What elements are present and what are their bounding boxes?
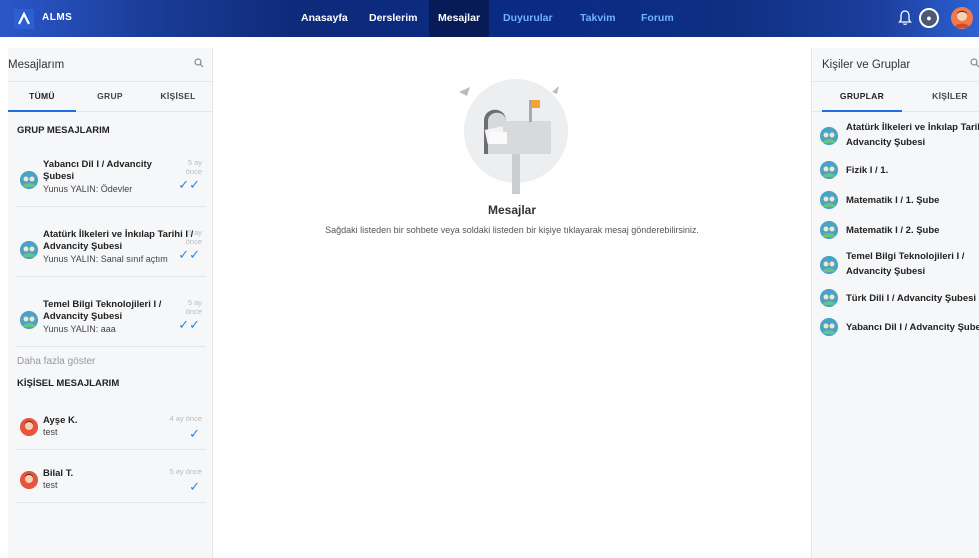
group-avatar [820, 191, 838, 209]
group-list-item[interactable]: Atatürk İlkeleri ve İnkılap Tarihi I / A… [820, 121, 979, 151]
alms-logo-icon[interactable] [14, 9, 34, 29]
message-time: 5 ay önce [169, 467, 202, 476]
search-icon[interactable] [194, 58, 204, 71]
group-name: Türk Dili I / Advancity Şubesi [846, 293, 977, 304]
group-name-line1: Atatürk İlkeleri ve İnkılap Tarihi I / [846, 122, 979, 133]
group-message-item[interactable]: Atatürk İlkeleri ve İnkılap Tarihi I / A… [16, 221, 206, 277]
message-tabs: TÜMÜ GRUP KİŞİSEL [8, 82, 212, 112]
group-avatar [820, 318, 838, 336]
nav-messages[interactable]: Mesajlar [429, 0, 490, 37]
empty-state-title: Mesajlar [487, 203, 537, 217]
group-avatar [20, 241, 38, 259]
contacts-header: Kişiler ve Gruplar [812, 48, 979, 82]
nav-home[interactable]: Anasayfa [292, 0, 357, 37]
messages-header: Mesajlarım [8, 48, 212, 82]
group-list-item[interactable]: Matematik I / 1. Şube [820, 191, 979, 211]
group-avatar [820, 256, 838, 274]
messages-panel: Mesajlarım TÜMÜ GRUP KİŞİSEL GRUP MESAJL… [8, 48, 213, 558]
group-messages-heading: GRUP MESAJLARIM [17, 125, 110, 136]
group-name-line1: Temel Bilgi Teknolojileri I / [846, 251, 965, 262]
group-message-item[interactable]: Temel Bilgi Teknolojileri I / Advancity … [16, 291, 206, 347]
contacts-tabs: GRUPLAR KİŞİLER [812, 82, 979, 112]
group-name-line2: Şubesi [43, 171, 75, 182]
group-name-line2: Advancity Şubesi [846, 266, 926, 277]
nav-courses[interactable]: Derslerim [360, 0, 426, 37]
mailbox-illustration [456, 76, 576, 196]
group-list-item[interactable]: Matematik I / 2. Şube [820, 221, 979, 241]
group-name-line1: Atatürk İlkeleri ve İnkılap Tarihi I / [43, 229, 194, 240]
person-avatar [20, 471, 38, 489]
empty-state-description: Sağdaki listeden bir sohbete veya soldak… [325, 225, 699, 235]
group-avatar [820, 289, 838, 307]
empty-conversation-area: Mesajlar Sağdaki listeden bir sohbete ve… [214, 48, 810, 558]
double-check-icon: ✓✓ [178, 177, 200, 192]
messages-title: Mesajlarım [8, 59, 65, 71]
personal-message-item[interactable]: Ayşe K. test 4 ay önce ✓ [16, 404, 206, 450]
message-time-suffix: önce [185, 237, 202, 246]
top-navbar: ALMS Anasayfa Derslerim Mesajlar Duyurul… [0, 0, 979, 37]
contacts-groups-panel: Kişiler ve Gruplar GRUPLAR KİŞİLER Atatü… [811, 48, 979, 558]
group-list-item[interactable]: Temel Bilgi Teknolojileri I / Advancity … [820, 250, 979, 280]
group-name-line2: Advancity Şubesi [43, 241, 123, 252]
person-name: Ayşe K. [43, 415, 78, 426]
person-name: Bilal T. [43, 468, 74, 479]
message-time-suffix: önce [185, 167, 202, 176]
tab-group[interactable]: GRUP [76, 82, 144, 112]
message-time: 5 ay [187, 298, 202, 307]
message-time: 4 ay önce [169, 414, 202, 423]
check-icon: ✓ [189, 426, 200, 441]
group-name: Matematik I / 1. Şube [846, 195, 940, 206]
message-time-suffix: önce [185, 307, 202, 316]
group-list-item[interactable]: Türk Dili I / Advancity Şubesi [820, 289, 979, 309]
profile-badge-icon[interactable]: ● [919, 8, 939, 28]
nav-announcements[interactable]: Duyurular [494, 0, 562, 37]
group-list-item[interactable]: Fizik I / 1. [820, 161, 979, 181]
group-name: Yabancı Dil I / Advancity Şubesi [846, 322, 979, 333]
personal-messages-heading: KİŞİSEL MESAJLARIM [17, 378, 120, 389]
nav-forum[interactable]: Forum [632, 0, 683, 37]
bell-icon[interactable] [898, 10, 912, 29]
group-name: Fizik I / 1. [846, 165, 889, 176]
group-list-item[interactable]: Yabancı Dil I / Advancity Şubesi [820, 318, 979, 338]
contacts-title: Kişiler ve Gruplar [822, 59, 911, 71]
group-avatar [820, 221, 838, 239]
double-check-icon: ✓✓ [178, 247, 200, 262]
message-preview: Yunus YALIN: Sanal sınıf açtım [43, 254, 168, 264]
tab-contacts[interactable]: KİŞİLER [910, 82, 979, 112]
tab-groups[interactable]: GRUPLAR [822, 82, 902, 112]
show-more-link[interactable]: Daha fazla göster [17, 356, 95, 367]
message-time: 5 ay [187, 228, 202, 237]
person-avatar [20, 418, 38, 436]
group-message-item[interactable]: Yabancı Dil I / Advancity Şubesi Yunus Y… [16, 151, 206, 207]
message-time: 5 ay [187, 158, 202, 167]
group-name-line1: Yabancı Dil I / Advancity [43, 159, 152, 170]
group-avatar [820, 161, 838, 179]
group-avatar [820, 127, 838, 145]
tab-personal[interactable]: KİŞİSEL [144, 82, 212, 112]
message-preview: test [43, 480, 58, 490]
group-name: Matematik I / 2. Şube [846, 225, 940, 236]
tab-all[interactable]: TÜMÜ [8, 82, 76, 112]
message-preview: Yunus YALIN: aaa [43, 324, 116, 334]
search-icon[interactable] [970, 58, 979, 71]
group-name-line2: Advancity Şubesi [43, 311, 123, 322]
message-preview: test [43, 427, 58, 437]
group-avatar [20, 311, 38, 329]
message-preview: Yunus YALIN: Ödevler [43, 184, 133, 194]
group-avatar [20, 171, 38, 189]
nav-calendar[interactable]: Takvim [571, 0, 624, 37]
check-icon: ✓ [189, 479, 200, 494]
personal-message-item[interactable]: Bilal T. test 5 ay önce ✓ [16, 457, 206, 503]
group-name-line2: Advancity Şubesi [846, 137, 926, 148]
user-avatar[interactable] [951, 7, 973, 29]
brand-name[interactable]: ALMS [42, 12, 72, 23]
group-name-line1: Temel Bilgi Teknolojileri I / [43, 299, 162, 310]
double-check-icon: ✓✓ [178, 317, 200, 332]
